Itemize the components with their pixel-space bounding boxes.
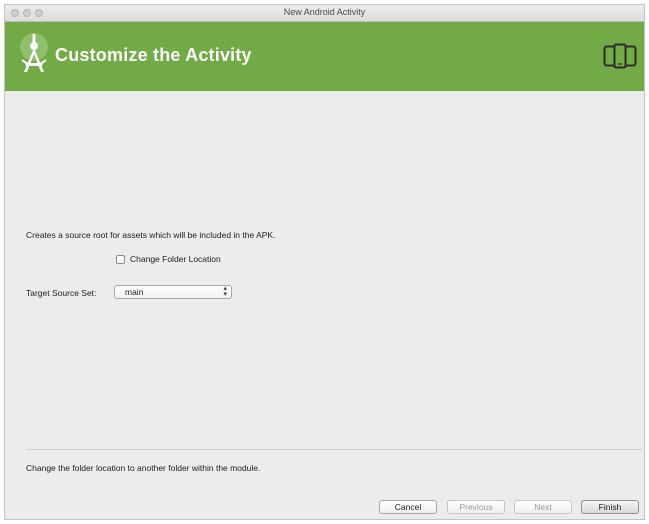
android-studio-logo-icon	[20, 33, 48, 72]
help-text: Change the folder location to another fo…	[26, 463, 261, 473]
select-arrows-icon: ▴ ▾	[223, 285, 227, 298]
next-button[interactable]: Next	[514, 500, 572, 514]
wizard-content: Creates a source root for assets which w…	[5, 91, 644, 519]
change-folder-location-checkbox[interactable]	[116, 254, 125, 264]
assets-description: Creates a source root for assets which w…	[26, 230, 276, 240]
previous-button[interactable]: Previous	[447, 500, 505, 514]
page-title: Customize the Activity	[55, 45, 252, 65]
window-title: New Android Activity	[283, 7, 366, 17]
cancel-button[interactable]: Cancel	[379, 500, 437, 514]
footer-divider	[26, 449, 642, 450]
new-android-activity-window: New Android Activity Customize the Activ…	[4, 4, 645, 520]
change-folder-location-row[interactable]: Change Folder Location	[116, 253, 221, 265]
window-titlebar[interactable]: New Android Activity	[5, 5, 644, 22]
device-form-factor-icon	[603, 43, 637, 69]
header-banner: Customize the Activity	[5, 22, 644, 91]
finish-button[interactable]: Finish	[581, 500, 639, 514]
target-source-set-select[interactable]: main ▴ ▾	[114, 285, 232, 299]
target-source-set-value: main	[125, 287, 144, 297]
target-source-set-label: Target Source Set:	[26, 288, 97, 298]
change-folder-location-label[interactable]: Change Folder Location	[130, 254, 221, 264]
